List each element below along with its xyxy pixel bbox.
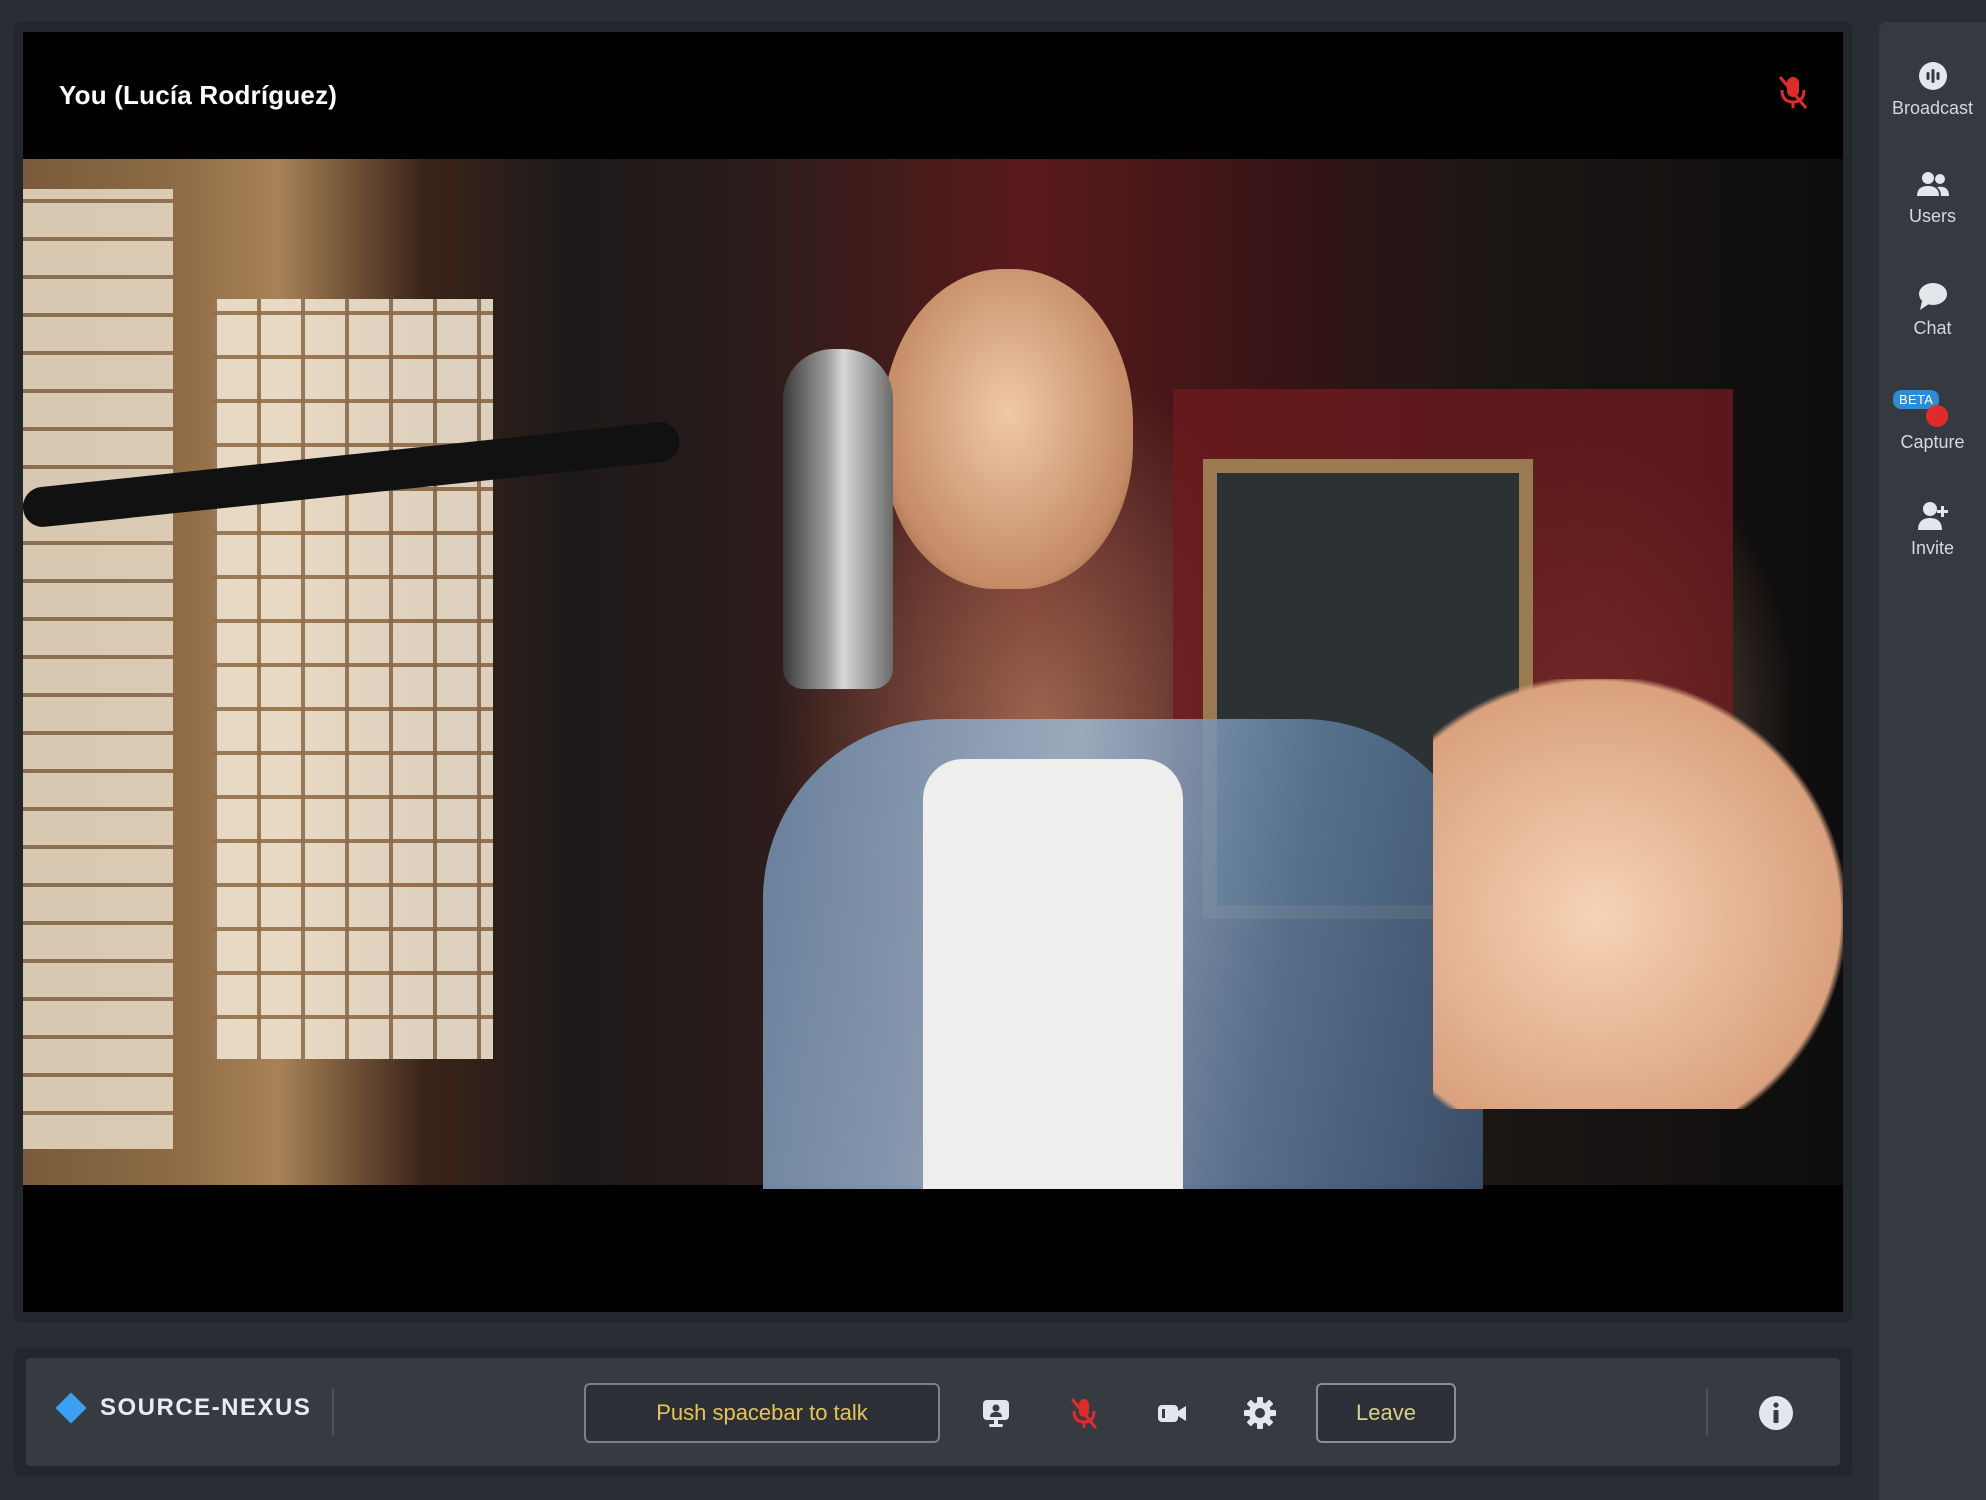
conference-app: You (Lucía Rodríguez) Broadcast Users Ch… [0, 0, 1986, 1500]
divider [332, 1388, 334, 1436]
stage-container: You (Lucía Rodríguez) [14, 22, 1852, 1322]
capture-icon-wrap: BETA [1879, 390, 1986, 428]
brand: SOURCE-NEXUS [55, 1392, 312, 1424]
right-sidebar: Broadcast Users Chat BETA Capture Invite [1879, 22, 1986, 1500]
brand-name: SOURCE-NEXUS [100, 1394, 312, 1421]
chat-icon [1916, 280, 1950, 312]
sidebar-item-broadcast[interactable]: Broadcast [1879, 60, 1986, 119]
sidebar-item-capture[interactable]: BETA Capture [1879, 390, 1986, 453]
sidebar-item-label: Users [1908, 206, 1956, 226]
control-bar-container: SOURCE-NEXUS Push spacebar to talk Leave [14, 1348, 1852, 1476]
sidebar-item-chat[interactable]: Chat [1879, 280, 1986, 339]
acoustic-panel [213, 299, 493, 1059]
sidebar-item-invite[interactable]: Invite [1879, 500, 1986, 559]
brand-diamond-icon [55, 1392, 87, 1424]
record-icon [1925, 404, 1949, 428]
singer-hand [1433, 679, 1843, 1109]
divider [1706, 1388, 1708, 1436]
studio-microphone [783, 349, 893, 689]
singer-face [883, 269, 1133, 589]
video-feed [23, 159, 1843, 1189]
sidebar-item-label: Invite [1910, 538, 1955, 558]
sidebar-item-label: Chat [1913, 318, 1952, 338]
push-to-talk-button[interactable]: Push spacebar to talk [584, 1383, 940, 1443]
sidebar-item-label: Broadcast [1891, 98, 1974, 118]
acoustic-panel [23, 189, 173, 1149]
screen-share-icon[interactable] [976, 1393, 1016, 1433]
participant-name: You (Lucía Rodríguez) [59, 80, 338, 110]
control-bar: SOURCE-NEXUS Push spacebar to talk Leave [26, 1358, 1840, 1466]
info-icon[interactable] [1756, 1393, 1796, 1433]
broadcast-icon [1917, 60, 1949, 92]
video-tile[interactable]: You (Lucía Rodríguez) [23, 32, 1843, 1312]
singer-shirt [923, 759, 1183, 1189]
muted-mic-icon[interactable] [1064, 1393, 1104, 1433]
sidebar-item-users[interactable]: Users [1879, 170, 1986, 227]
gear-icon[interactable] [1240, 1393, 1280, 1433]
users-icon [1915, 170, 1951, 200]
add-user-icon [1916, 500, 1950, 532]
leave-button[interactable]: Leave [1316, 1383, 1456, 1443]
camera-icon[interactable] [1152, 1393, 1192, 1433]
muted-mic-icon [1773, 72, 1813, 112]
sidebar-item-label: Capture [1900, 432, 1965, 452]
